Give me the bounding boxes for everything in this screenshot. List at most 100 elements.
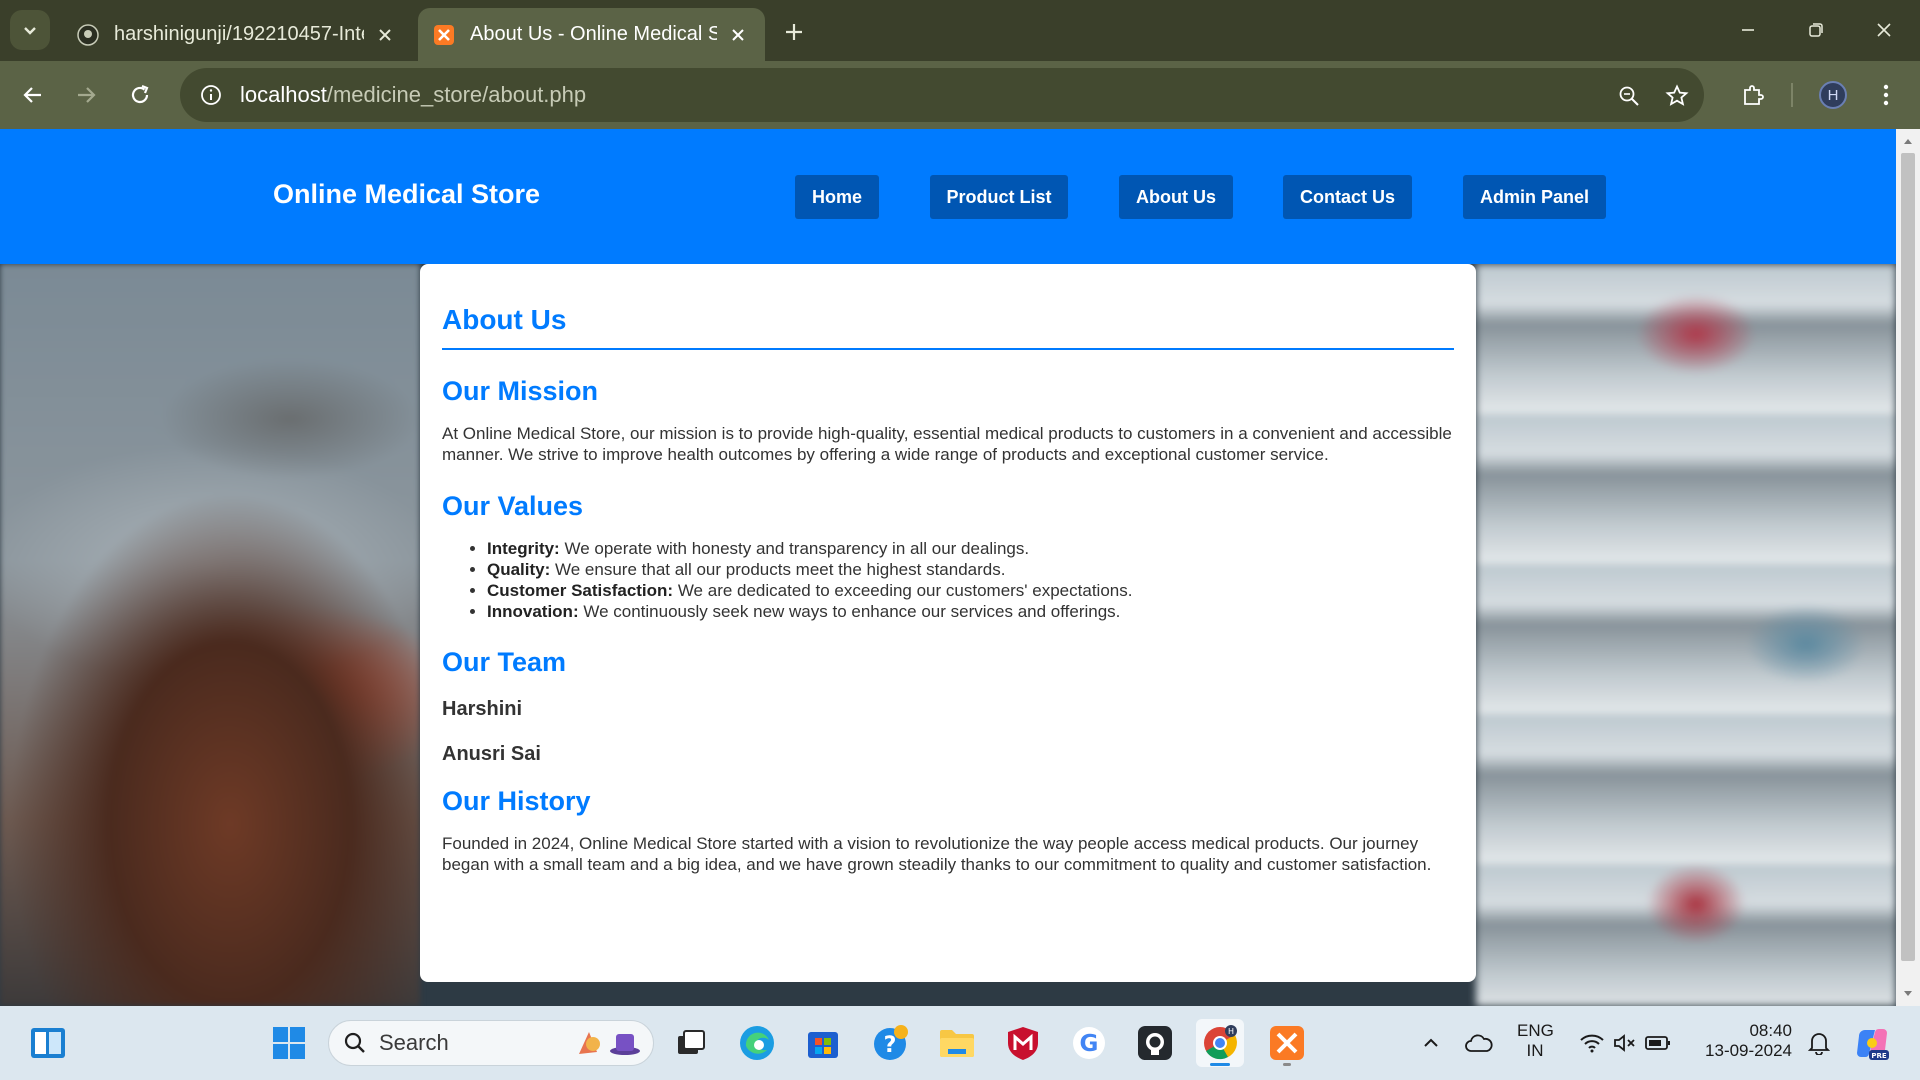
chrome-button[interactable]: H <box>1196 1019 1244 1067</box>
svg-text:H: H <box>1228 1027 1234 1036</box>
extensions-button[interactable] <box>1733 75 1773 115</box>
nav-home[interactable]: Home <box>795 175 879 219</box>
xampp-button[interactable] <box>1263 1019 1311 1067</box>
edge-button[interactable] <box>733 1019 781 1067</box>
zoom-icon[interactable] <box>1614 81 1644 111</box>
scroll-up-icon[interactable] <box>1896 131 1920 151</box>
task-view-icon <box>678 1030 705 1054</box>
restore-button[interactable] <box>1796 10 1836 50</box>
nav-about-us[interactable]: About Us <box>1119 175 1233 219</box>
tab-search-button[interactable] <box>10 10 50 50</box>
restore-icon <box>1809 23 1823 37</box>
xampp-icon <box>1270 1026 1304 1060</box>
site-header: Online Medical Store Home Product List A… <box>0 129 1896 264</box>
widgets-icon <box>31 1028 65 1058</box>
chevron-down-icon <box>24 27 36 35</box>
page-scrollbar[interactable] <box>1896 129 1920 1006</box>
search-label: Search <box>379 1030 449 1055</box>
scroll-down-icon[interactable] <box>1896 984 1920 1004</box>
reload-button[interactable] <box>120 75 160 115</box>
windows-logo-icon <box>273 1027 305 1059</box>
close-window-button[interactable] <box>1864 10 1904 50</box>
mcafee-button[interactable] <box>999 1019 1047 1067</box>
close-icon[interactable] <box>372 22 398 48</box>
widgets-button[interactable] <box>24 1019 72 1067</box>
values-list: Integrity: We operate with honesty and t… <box>442 538 1454 622</box>
history-heading: Our History <box>442 786 591 816</box>
tab-title: About Us - Online Medical Store <box>470 23 717 45</box>
background-image-pill-bottle <box>0 264 420 1006</box>
value-text: We operate with honesty and transparency… <box>559 539 1030 558</box>
team-member: Anusri Sai <box>442 743 541 765</box>
grammarly-button[interactable]: G <box>1065 1019 1113 1067</box>
copilot-button[interactable]: PRE <box>1848 1019 1896 1067</box>
notifications-button[interactable] <box>1795 1019 1843 1067</box>
scrollbar-thumb[interactable] <box>1901 153 1915 961</box>
nav-product-list[interactable]: Product List <box>930 175 1068 219</box>
region-code: IN <box>1526 1041 1544 1060</box>
file-explorer-button[interactable] <box>933 1019 981 1067</box>
svg-text:PRE: PRE <box>1871 1052 1887 1060</box>
store-button[interactable] <box>799 1019 847 1067</box>
page-title: About Us <box>442 304 1454 350</box>
copilot-icon: PRE <box>1857 1028 1889 1060</box>
tab-about-us[interactable]: About Us - Online Medical Store <box>418 8 765 61</box>
quick-settings-button[interactable] <box>1570 1019 1680 1067</box>
team-heading: Our Team <box>442 647 567 677</box>
chevron-up-icon <box>1424 1038 1438 1047</box>
profile-button[interactable]: H <box>1813 75 1853 115</box>
show-hidden-icons-button[interactable] <box>1407 1019 1455 1067</box>
values-heading: Our Values <box>442 491 584 521</box>
address-bar[interactable]: localhost/medicine_store/about.php <box>180 68 1704 122</box>
github-icon <box>76 23 100 47</box>
value-label: Innovation: <box>487 602 579 621</box>
site-info-icon[interactable] <box>196 80 226 110</box>
svg-text:G: G <box>1080 1031 1099 1057</box>
tab-title: harshinigunji/192210457-Intern <box>114 23 364 45</box>
list-item: Customer Satisfaction: We are dedicated … <box>487 580 1454 601</box>
active-app-indicator <box>1210 1063 1230 1066</box>
github-icon <box>1138 1026 1172 1060</box>
taskbar-search[interactable]: Search <box>328 1020 654 1066</box>
value-text: We continuously seek new ways to enhance… <box>578 602 1121 621</box>
tab-github[interactable]: harshinigunji/192210457-Intern <box>62 8 412 61</box>
store-icon <box>808 1032 838 1058</box>
close-icon[interactable] <box>725 22 751 48</box>
toolbar-divider <box>1791 83 1793 107</box>
clock[interactable]: 08:40 13-09-2024 <box>1692 1021 1792 1061</box>
browser-menu-button[interactable] <box>1866 75 1906 115</box>
onedrive-button[interactable] <box>1455 1019 1503 1067</box>
search-icon <box>344 1032 365 1053</box>
minimize-icon <box>1742 29 1754 31</box>
nav-admin-panel[interactable]: Admin Panel <box>1463 175 1606 219</box>
list-item: Innovation: We continuously seek new way… <box>487 601 1454 622</box>
cloud-icon <box>1465 1034 1493 1052</box>
get-help-button[interactable]: ? <box>866 1019 914 1067</box>
github-desktop-button[interactable] <box>1131 1019 1179 1067</box>
close-icon <box>1877 23 1891 37</box>
language-indicator[interactable]: ENG IN <box>1517 1021 1554 1061</box>
task-view-button[interactable] <box>667 1019 715 1067</box>
start-button[interactable] <box>265 1019 313 1067</box>
forward-button[interactable] <box>66 75 106 115</box>
clock-time: 08:40 <box>1749 1021 1792 1040</box>
bookmark-star-icon[interactable] <box>1662 81 1692 111</box>
page-viewport: Online Medical Store Home Product List A… <box>0 129 1896 1006</box>
bell-icon <box>1808 1033 1830 1055</box>
xampp-icon <box>432 23 456 47</box>
minimize-button[interactable] <box>1728 10 1768 50</box>
puzzle-icon <box>1744 85 1764 105</box>
back-button[interactable] <box>13 75 53 115</box>
search-highlight-icon <box>579 1032 640 1055</box>
clock-date: 13-09-2024 <box>1705 1041 1792 1060</box>
more-vertical-icon <box>1883 84 1889 106</box>
new-tab-button[interactable] <box>776 14 812 50</box>
site-title: Online Medical Store <box>273 179 541 209</box>
mission-text: At Online Medical Store, our mission is … <box>442 424 1452 464</box>
open-app-indicator <box>1283 1063 1291 1066</box>
url-text[interactable]: localhost/medicine_store/about.php <box>240 82 586 108</box>
speaker-muted-icon <box>1614 1034 1635 1052</box>
background-image-pharmacy-shelves <box>1476 264 1896 1006</box>
nav-contact-us[interactable]: Contact Us <box>1283 175 1412 219</box>
browser-tab-strip: harshinigunji/192210457-Intern About Us … <box>0 0 1920 61</box>
